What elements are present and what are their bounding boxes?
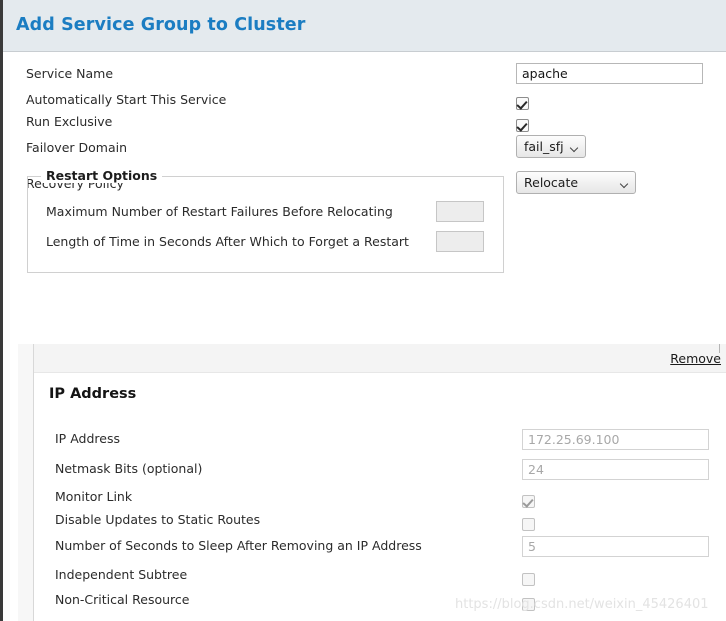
resource-row-disable-static-routes: Disable Updates to Static Routes: [34, 509, 726, 531]
chevron-down-icon: [621, 181, 628, 188]
control-auto-start: [516, 93, 529, 112]
control-max-restart-failures: [436, 201, 484, 222]
resource-title: IP Address: [49, 386, 137, 402]
label-service-name: Service Name: [26, 66, 114, 81]
label-sleep-seconds: Number of Seconds to Sleep After Removin…: [55, 538, 422, 553]
form-row-failover-domain: Failover Domain fail_sfj: [3, 135, 726, 159]
control-run-exclusive: [516, 115, 529, 134]
remove-resource-link[interactable]: Remove: [670, 351, 721, 366]
resource-row-sleep-seconds: Number of Seconds to Sleep After Removin…: [34, 535, 726, 557]
restart-row-forget-time: Length of Time in Seconds After Which to…: [28, 231, 503, 253]
page-root: Add Service Group to Cluster Service Nam…: [0, 0, 726, 621]
form-row-service-name: Service Name: [3, 63, 726, 85]
resource-row-monitor-link: Monitor Link: [34, 486, 726, 508]
form-row-run-exclusive: Run Exclusive: [3, 111, 726, 133]
service-name-input[interactable]: [516, 63, 703, 84]
control-forget-restart-time: [436, 231, 484, 252]
ip-address-input[interactable]: [522, 429, 709, 450]
control-independent-subtree: [522, 568, 535, 590]
label-netmask-bits: Netmask Bits (optional): [55, 461, 203, 476]
recovery-policy-select[interactable]: Relocate: [516, 171, 636, 194]
control-recovery-policy: Relocate: [516, 171, 636, 194]
resource-row-non-critical: Non-Critical Resource: [34, 589, 726, 611]
max-restart-failures-input[interactable]: [436, 201, 484, 222]
recovery-policy-value: Relocate: [524, 175, 579, 190]
control-disable-static-routes: [522, 513, 535, 535]
resource-panel-header: Remove: [34, 344, 726, 373]
label-max-restart-failures: Maximum Number of Restart Failures Befor…: [46, 204, 393, 219]
control-failover-domain: fail_sfj: [516, 135, 586, 158]
restart-row-max-failures: Maximum Number of Restart Failures Befor…: [28, 201, 503, 223]
resource-row-independent-subtree: Independent Subtree: [34, 564, 726, 586]
failover-domain-value: fail_sfj: [524, 139, 564, 154]
chevron-down-icon: [571, 145, 578, 152]
control-sleep-seconds: [522, 535, 709, 557]
non-critical-resource-checkbox[interactable]: [522, 598, 535, 611]
disable-static-routes-checkbox[interactable]: [522, 518, 535, 531]
control-netmask-bits: [522, 458, 709, 480]
label-forget-restart-time: Length of Time in Seconds After Which to…: [46, 234, 409, 249]
forget-restart-time-input[interactable]: [436, 231, 484, 252]
label-ip-address: IP Address: [55, 431, 120, 446]
sleep-seconds-input[interactable]: [522, 536, 709, 557]
failover-domain-select[interactable]: fail_sfj: [516, 135, 586, 158]
restart-options-fieldset: Restart Options Maximum Number of Restar…: [27, 168, 504, 273]
label-failover-domain: Failover Domain: [26, 140, 128, 155]
resource-row-ip-address: IP Address: [34, 428, 726, 450]
label-independent-subtree: Independent Subtree: [55, 567, 188, 582]
resource-panel-inner: Remove IP Address IP Address Netmask Bit…: [33, 344, 726, 621]
control-service-name: [516, 63, 703, 84]
label-disable-static-routes: Disable Updates to Static Routes: [55, 512, 261, 527]
label-non-critical-resource: Non-Critical Resource: [55, 592, 190, 607]
control-non-critical-resource: [522, 593, 535, 615]
independent-subtree-checkbox[interactable]: [522, 573, 535, 586]
netmask-bits-input[interactable]: [522, 459, 709, 480]
control-ip-address: [522, 428, 709, 450]
resource-panel: Remove IP Address IP Address Netmask Bit…: [18, 344, 726, 621]
run-exclusive-checkbox[interactable]: [516, 119, 529, 132]
resource-row-netmask: Netmask Bits (optional): [34, 458, 726, 480]
page-title: Add Service Group to Cluster: [16, 15, 306, 35]
restart-options-legend: Restart Options: [41, 168, 163, 183]
label-monitor-link: Monitor Link: [55, 489, 133, 504]
form-row-auto-start: Automatically Start This Service: [3, 89, 726, 111]
dialog-titlebar: Add Service Group to Cluster: [3, 0, 726, 52]
monitor-link-checkbox[interactable]: [522, 495, 535, 508]
label-auto-start: Automatically Start This Service: [26, 92, 227, 107]
auto-start-checkbox[interactable]: [516, 97, 529, 110]
label-run-exclusive: Run Exclusive: [26, 114, 113, 129]
